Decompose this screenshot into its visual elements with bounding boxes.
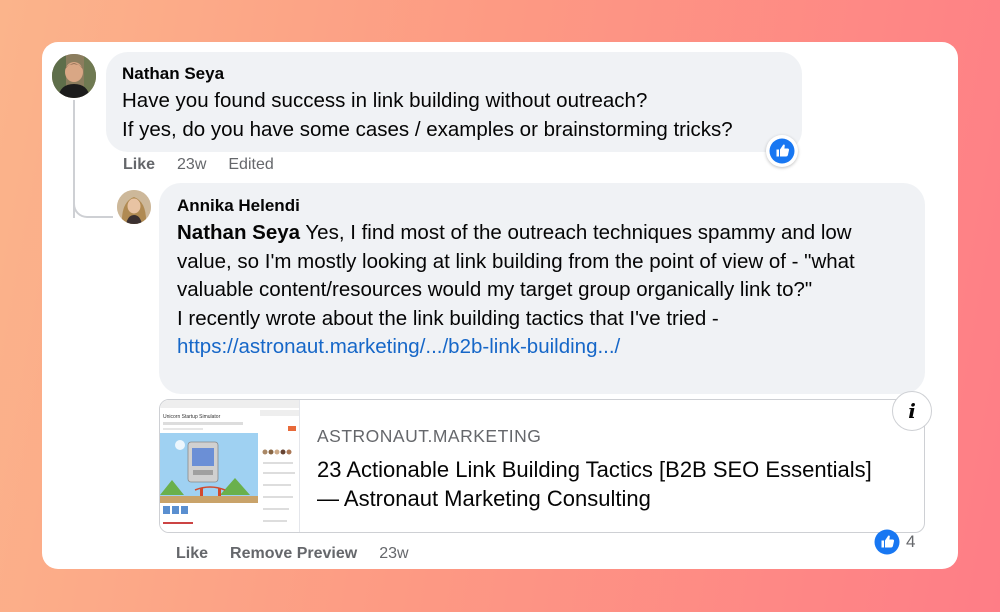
remove-preview-button[interactable]: Remove Preview <box>230 545 357 563</box>
info-icon[interactable]: i <box>892 391 932 431</box>
comment-text-line-2: If yes, do you have some cases / example… <box>122 117 733 141</box>
reply-bubble: Annika Helendi Nathan Seya Yes, I find m… <box>159 183 925 394</box>
avatar-nathan-seya[interactable] <box>52 54 96 98</box>
like-icon <box>874 529 900 555</box>
preview-title[interactable]: 23 Actionable Link Building Tactics [B2B… <box>317 456 877 513</box>
edited-label[interactable]: Edited <box>228 156 273 174</box>
comment-text-line-1: Have you found success in link building … <box>122 89 648 112</box>
article-link[interactable]: https://astronaut.marketing/.../b2b-link… <box>177 333 907 362</box>
link-preview-card[interactable]: Unicorn Startup Simulator ASTRONAUT.MARK… <box>159 399 925 533</box>
reaction-badge[interactable] <box>766 135 798 167</box>
reply-timestamp[interactable]: 23w <box>379 545 408 563</box>
comment-bubble: Nathan Seya Have you found success in li… <box>106 52 802 152</box>
reply-text-paragraph-1: Nathan Seya Yes, I find most of the outr… <box>177 219 907 305</box>
like-button[interactable]: Like <box>123 156 155 174</box>
reply-actions: Like Remove Preview 23w <box>176 545 431 563</box>
thread-connector-curve <box>73 200 113 218</box>
comment-actions: Like 23w Edited <box>123 156 296 174</box>
thumbnail-title: Unicorn Startup Simulator <box>163 414 221 420</box>
reaction-count: 4 <box>906 532 916 551</box>
avatar-annika-helendi[interactable] <box>117 190 151 224</box>
mention-link[interactable]: Nathan Seya <box>177 221 300 244</box>
reply-like-button[interactable]: Like <box>176 545 208 563</box>
like-icon <box>769 138 795 164</box>
preview-thumbnail: Unicorn Startup Simulator <box>160 400 300 532</box>
comment-timestamp[interactable]: 23w <box>177 156 206 174</box>
reply-text-paragraph-2: I recently wrote about the link building… <box>177 306 719 330</box>
preview-domain: ASTRONAUT.MARKETING <box>317 426 542 446</box>
reply-author-name[interactable]: Annika Helendi <box>177 196 907 216</box>
comment-thread-card: Nathan Seya Have you found success in li… <box>42 42 958 569</box>
reply-reaction-summary[interactable]: 4 <box>874 529 915 555</box>
comment-author-name[interactable]: Nathan Seya <box>122 64 786 84</box>
